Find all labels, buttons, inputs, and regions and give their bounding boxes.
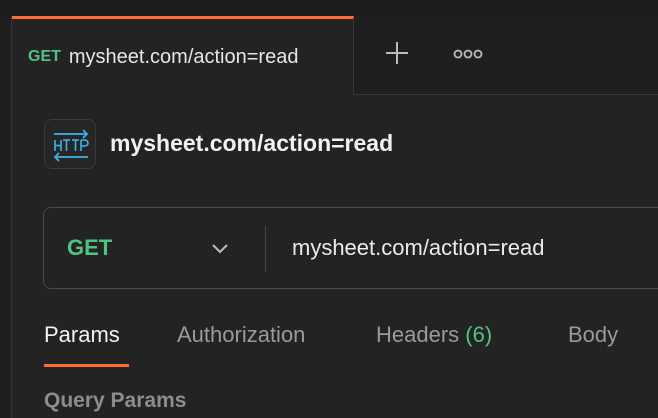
url-input[interactable]: mysheet.com/action=read <box>292 235 545 261</box>
tab-headers-label: Headers <box>376 322 460 347</box>
http-icon <box>44 119 96 169</box>
active-tab-indicator <box>44 364 129 367</box>
new-tab-button[interactable] <box>382 38 412 68</box>
method-dropdown[interactable]: GET <box>44 208 264 288</box>
app-window: GET mysheet.com/action=read mysheet.com/… <box>0 0 658 418</box>
section-title: Query Params <box>44 389 187 412</box>
tab-bar: GET mysheet.com/action=read <box>12 16 658 95</box>
tab-request[interactable]: GET mysheet.com/action=read <box>12 16 354 95</box>
chevron-down-icon <box>212 244 228 254</box>
url-bar: GET mysheet.com/action=read <box>43 207 658 289</box>
url-divider <box>265 226 266 272</box>
tab-authorization[interactable]: Authorization <box>177 322 305 348</box>
tab-body[interactable]: Body <box>568 322 618 348</box>
tab-headers[interactable]: Headers (6) <box>376 322 492 348</box>
headers-count-badge: (6) <box>465 322 493 347</box>
tab-params[interactable]: Params <box>44 322 120 348</box>
plus-icon <box>386 42 408 64</box>
tab-title: mysheet.com/action=read <box>68 45 299 68</box>
tab-options-button[interactable] <box>452 38 484 68</box>
request-title[interactable]: mysheet.com/action=read <box>110 130 393 157</box>
method-label: GET <box>67 235 113 260</box>
title-strip <box>0 0 658 16</box>
request-tabs: Params Authorization Headers (6) Body <box>44 322 658 370</box>
more-horizontal-icon <box>453 49 483 59</box>
tab-method-label: GET <box>28 48 61 65</box>
sidebar-edge <box>0 16 12 418</box>
